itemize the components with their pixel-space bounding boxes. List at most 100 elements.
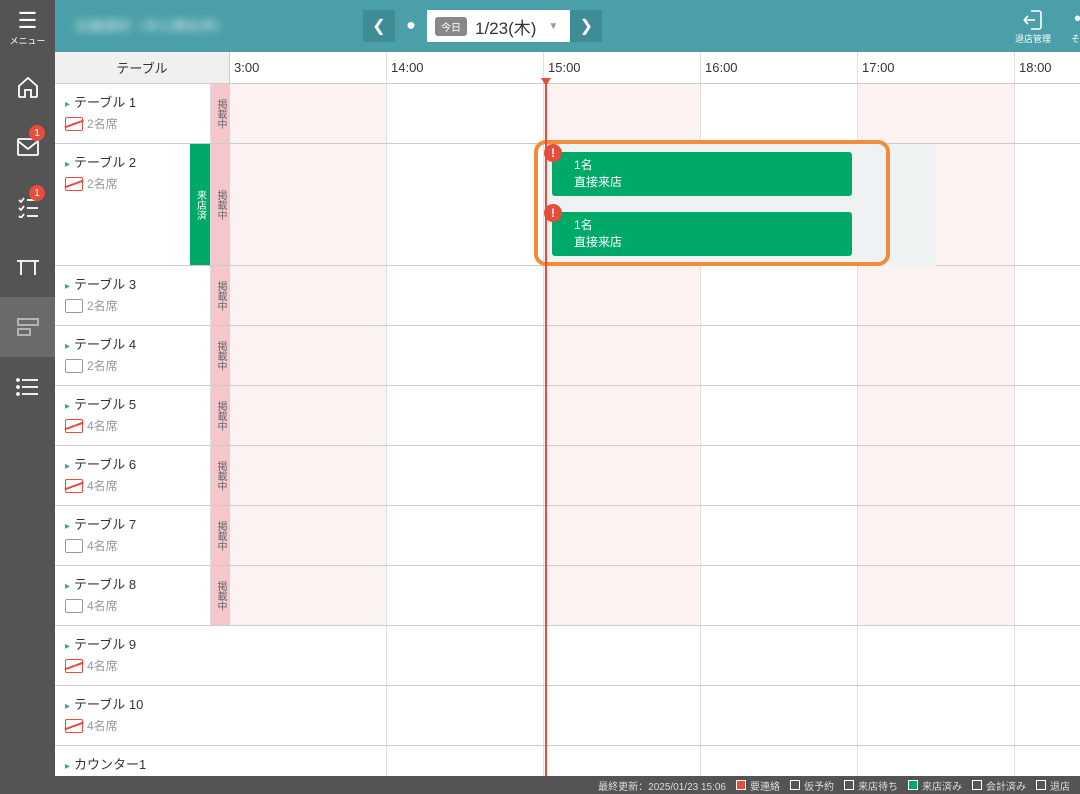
layout-icon[interactable]	[0, 297, 55, 357]
row-label: テーブル 64名席	[55, 446, 210, 505]
table-row[interactable]: テーブル 12名席掲載中	[55, 84, 1080, 144]
sidebar: ☰ メニュー 1 1	[0, 0, 55, 794]
date-text: 1/23(木)	[475, 14, 536, 39]
next-day-button[interactable]: ❯	[570, 10, 602, 42]
header-corner: テーブル	[55, 52, 230, 83]
reservation-block[interactable]: !1名直接来店	[552, 152, 852, 196]
guest-count: 1名	[574, 156, 842, 173]
seat-count: 2名席	[87, 297, 118, 314]
listing-status: 掲載中	[210, 506, 230, 565]
row-label: テーブル 3 2名席	[55, 266, 210, 325]
seat-icon	[65, 419, 83, 433]
seat-icon	[65, 539, 83, 553]
hamburger-icon: ☰	[9, 10, 45, 32]
table-icon[interactable]	[0, 237, 55, 297]
table-row[interactable]: テーブル 22名席来店済掲載中 !1名直接来店 !1名直接来店	[55, 144, 1080, 266]
listing-status: 掲載中	[210, 84, 230, 143]
date-nav: ❮ ● 今日 1/23(木) ▼ ❯	[363, 10, 602, 42]
time-header-cell: 15:00	[544, 52, 701, 83]
row-label: テーブル 22名席	[55, 144, 190, 265]
seat-icon	[65, 117, 83, 131]
row-lanes[interactable]	[230, 626, 1080, 685]
prev-day-button[interactable]: ❮	[363, 10, 395, 42]
legend-item: 来店済み	[908, 778, 962, 793]
row-label: テーブル 8 4名席	[55, 566, 210, 625]
row-lanes[interactable]	[230, 686, 1080, 745]
seat-icon	[65, 719, 83, 733]
seat-icon	[65, 299, 83, 313]
row-label: テーブル 42名席	[55, 326, 210, 385]
menu-button[interactable]: ☰ メニュー	[9, 0, 45, 57]
list-icon[interactable]	[0, 357, 55, 417]
check-badge: 1	[29, 185, 45, 201]
date-picker[interactable]: 今日 1/23(木) ▼	[427, 10, 570, 42]
table-name: テーブル 10	[65, 694, 200, 713]
legend-item: 来店待ち	[844, 778, 898, 793]
listing-status: 掲載中	[210, 266, 230, 325]
table-row[interactable]: テーブル 9 4名席	[55, 626, 1080, 686]
legend-item: 会計済み	[972, 778, 1026, 793]
row-lanes[interactable]	[230, 326, 1080, 385]
last-updated: 最終更新：2025/01/23 15:06	[598, 778, 726, 793]
grid-body[interactable]: テーブル 12名席掲載中テーブル 22名席来店済掲載中!1名直接来店!1名直接来…	[55, 84, 1080, 794]
table-row[interactable]: テーブル 7 4名席 掲載中	[55, 506, 1080, 566]
listing-status: 掲載中	[210, 326, 230, 385]
table-row[interactable]: テーブル 8 4名席 掲載中	[55, 566, 1080, 626]
row-lanes[interactable]	[230, 266, 1080, 325]
shop-name[interactable]: 店舗選択（非公開名称）	[63, 16, 333, 36]
mail-badge: 1	[29, 125, 45, 141]
reservation-block[interactable]: !1名直接来店	[552, 212, 852, 256]
table-row[interactable]: テーブル 3 2名席 掲載中	[55, 266, 1080, 326]
listing-status: 掲載中	[210, 566, 230, 625]
row-label: テーブル 54名席	[55, 386, 210, 445]
seat-icon	[65, 359, 83, 373]
visit-tag: 来店済	[190, 144, 210, 265]
mail-icon[interactable]: 1	[0, 117, 55, 177]
seat-count: 4名席	[87, 657, 118, 674]
exit-icon	[1022, 8, 1044, 32]
other-button[interactable]: ••• その他	[1061, 8, 1080, 45]
seat-icon	[65, 177, 83, 191]
time-header-cell: 14:00	[387, 52, 544, 83]
home-icon[interactable]	[0, 57, 55, 117]
row-lanes[interactable]	[230, 386, 1080, 445]
legend-item: 要連絡	[736, 778, 780, 793]
time-header-cell: 17:00	[858, 52, 1015, 83]
row-lanes[interactable]	[230, 446, 1080, 505]
seat-count: 4名席	[87, 417, 118, 434]
table-row[interactable]: テーブル 42名席掲載中	[55, 326, 1080, 386]
seat-count: 4名席	[87, 597, 118, 614]
table-row[interactable]: テーブル 64名席掲載中	[55, 446, 1080, 506]
today-pill[interactable]: 今日	[435, 17, 467, 36]
seat-icon	[65, 659, 83, 673]
row-lanes[interactable]	[230, 506, 1080, 565]
row-lanes[interactable]	[230, 566, 1080, 625]
table-row[interactable]: テーブル 54名席掲載中	[55, 386, 1080, 446]
checklist-icon[interactable]: 1	[0, 177, 55, 237]
listing-status: 掲載中	[210, 144, 230, 265]
time-header-cell: 16:00	[701, 52, 858, 83]
listing-status: 掲載中	[210, 386, 230, 445]
legend-item: 仮予約	[790, 778, 834, 793]
dot-indicator: ●	[395, 10, 427, 42]
row-label: テーブル 10 4名席	[55, 686, 210, 745]
reservation-label: 直接来店	[574, 173, 842, 190]
dropdown-icon: ▼	[544, 21, 562, 32]
seat-count: 4名席	[87, 717, 118, 734]
row-lanes[interactable]: !1名直接来店 !1名直接来店	[230, 144, 1080, 265]
table-name: テーブル 3	[65, 274, 200, 293]
schedule-grid: テーブル 3:0014:0015:0016:0017:0018:00 テーブル …	[55, 52, 1080, 794]
seat-count: 2名席	[87, 357, 118, 374]
table-name: テーブル 9	[65, 634, 200, 653]
table-name: テーブル 2	[65, 152, 180, 171]
table-name: テーブル 8	[65, 574, 200, 593]
dots-icon: •••	[1074, 8, 1080, 32]
seat-count: 2名席	[87, 115, 118, 132]
row-lanes[interactable]	[230, 84, 1080, 143]
table-row[interactable]: テーブル 10 4名席	[55, 686, 1080, 746]
exit-manage-button[interactable]: 退店管理	[1005, 8, 1061, 45]
seat-count: 4名席	[87, 537, 118, 554]
menu-label: メニュー	[9, 34, 45, 47]
footer: 最終更新：2025/01/23 15:06 要連絡仮予約来店待ち来店済み会計済み…	[55, 776, 1080, 794]
table-name: テーブル 7	[65, 514, 200, 533]
